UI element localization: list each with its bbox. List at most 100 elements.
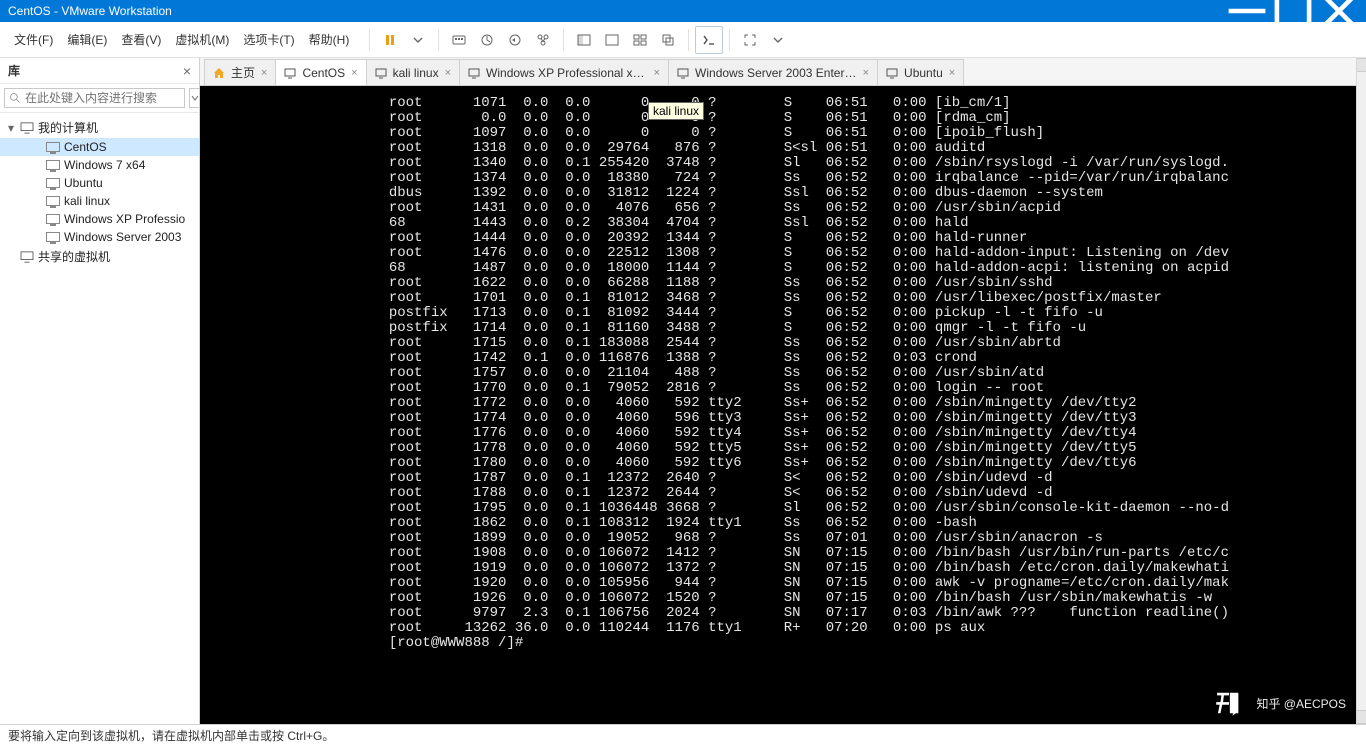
scroll-up-button[interactable] <box>1357 58 1366 72</box>
tab-label: Windows XP Professional x64 ... <box>486 66 648 80</box>
send-ctrl-alt-del-button[interactable] <box>445 26 473 54</box>
tree-vm-label: Windows XP Professio <box>64 212 185 226</box>
main-area: 主页 × CentOS×kali linux×Windows XP Profes… <box>200 58 1356 724</box>
vm-icon <box>46 160 60 170</box>
snapshot-button[interactable] <box>473 26 501 54</box>
tree-vm-item[interactable]: Windows Server 2003 <box>0 228 199 246</box>
vm-icon <box>468 67 480 79</box>
pause-vm-button[interactable] <box>376 26 404 54</box>
status-bar: 要将输入定向到该虚拟机，请在虚拟机内部单击或按 Ctrl+G。 <box>0 724 1366 746</box>
library-header: 库 × <box>0 58 199 84</box>
tree-vm-label: CentOS <box>64 140 107 154</box>
tab-close-button[interactable]: × <box>863 67 869 79</box>
toolbar-separator <box>563 29 564 51</box>
show-console-button[interactable] <box>570 26 598 54</box>
unity-button[interactable] <box>654 26 682 54</box>
tab-close-button[interactable]: × <box>261 67 267 79</box>
collapse-icon: ▾ <box>6 121 16 135</box>
toolbar-separator <box>688 29 689 51</box>
watermark: 知乎 @AECPOS <box>1212 686 1346 720</box>
tree-root-shared[interactable]: 共享的虚拟机 <box>0 246 199 267</box>
tab-label: kali linux <box>393 66 439 80</box>
tab-vm[interactable]: CentOS × <box>275 59 366 85</box>
computer-icon <box>20 251 34 263</box>
tree-vm-item[interactable]: Windows 7 x64 <box>0 156 199 174</box>
computer-icon <box>20 122 34 134</box>
tab-vm[interactable]: Ubuntu × <box>877 59 964 85</box>
library-search-input[interactable] <box>25 91 180 105</box>
vm-icon <box>46 142 60 152</box>
window-minimize-button[interactable] <box>1224 0 1270 22</box>
vm-icon <box>375 67 387 79</box>
vm-icon <box>284 67 296 79</box>
tab-close-button[interactable]: × <box>949 67 955 79</box>
menu-tabs[interactable]: 选项卡(T) <box>237 27 300 52</box>
terminal-output: root 1071 0.0 0.0 0 0 ? S 06:51 0:00 [ib… <box>200 86 1356 655</box>
tab-strip: 主页 × CentOS×kali linux×Windows XP Profes… <box>200 58 1356 86</box>
toolbar-separator <box>438 29 439 51</box>
vm-icon <box>46 196 60 206</box>
library-title: 库 <box>8 62 20 79</box>
watermark-text: 知乎 @AECPOS <box>1256 695 1346 712</box>
status-text: 要将输入定向到该虚拟机，请在虚拟机内部单击或按 Ctrl+G。 <box>8 727 334 744</box>
tab-home[interactable]: 主页 × <box>204 59 276 85</box>
tab-home-label: 主页 <box>231 64 255 81</box>
tree-root-label: 我的计算机 <box>38 119 98 136</box>
zhihu-icon <box>1212 686 1246 720</box>
toolbar-separator <box>729 29 730 51</box>
menu-vm[interactable]: 虚拟机(M) <box>169 27 235 52</box>
vm-icon <box>46 178 60 188</box>
tree-vm-label: Windows Server 2003 <box>64 230 181 244</box>
menu-list: 文件(F) 编辑(E) 查看(V) 虚拟机(M) 选项卡(T) 帮助(H) <box>0 27 363 52</box>
tree-vm-label: kali linux <box>64 194 110 208</box>
tree-shared-label: 共享的虚拟机 <box>38 248 110 265</box>
library-search-box[interactable] <box>4 88 185 108</box>
tab-label: Windows Server 2003 Enterpr... <box>695 66 857 80</box>
tree-vm-item[interactable]: Ubuntu <box>0 174 199 192</box>
tree-root-my-computer[interactable]: ▾ 我的计算机 <box>0 117 199 138</box>
revert-snapshot-button[interactable] <box>501 26 529 54</box>
tab-label: Ubuntu <box>904 66 943 80</box>
window-titlebar: CentOS - VMware Workstation <box>0 0 1366 22</box>
window-close-button[interactable] <box>1316 0 1362 22</box>
tab-close-button[interactable]: × <box>445 67 451 79</box>
library-sidebar: 库 × ▾ 我的计算机 CentOS Windows 7 x64 Ubuntu kal… <box>0 58 200 724</box>
tab-vm[interactable]: kali linux × <box>366 59 460 85</box>
menu-help[interactable]: 帮助(H) <box>303 27 356 52</box>
vm-icon <box>46 232 60 242</box>
library-search-row <box>0 84 199 113</box>
snapshot-manager-button[interactable] <box>529 26 557 54</box>
tree-vm-label: Windows 7 x64 <box>64 158 145 172</box>
window-maximize-button[interactable] <box>1270 0 1316 22</box>
fullscreen-button[interactable] <box>736 26 764 54</box>
tab-label: CentOS <box>302 66 345 80</box>
tree-vm-item[interactable]: kali linux <box>0 192 199 210</box>
power-dropdown-button[interactable] <box>404 26 432 54</box>
tree-vm-item[interactable]: Windows XP Professio <box>0 210 199 228</box>
menu-file[interactable]: 文件(F) <box>8 27 59 52</box>
vm-icon <box>886 67 898 79</box>
tab-close-button[interactable]: × <box>351 67 357 79</box>
scroll-track[interactable] <box>1357 72 1366 710</box>
vertical-scrollbar[interactable] <box>1356 58 1366 724</box>
tab-vm[interactable]: Windows XP Professional x64 ... × <box>459 59 669 85</box>
home-icon <box>213 67 225 79</box>
library-tree: ▾ 我的计算机 CentOS Windows 7 x64 Ubuntu kali li… <box>0 113 199 724</box>
thumbnail-view-button[interactable] <box>626 26 654 54</box>
show-only-button[interactable] <box>598 26 626 54</box>
search-icon <box>9 92 21 104</box>
menu-edit[interactable]: 编辑(E) <box>61 27 113 52</box>
fullscreen-dropdown-button[interactable] <box>764 26 792 54</box>
vm-console[interactable]: kali linux root 1071 0.0 0.0 0 0 ? S 06:… <box>200 86 1356 724</box>
scroll-down-button[interactable] <box>1357 710 1366 724</box>
tab-tooltip: kali linux <box>648 102 704 120</box>
library-close-button[interactable]: × <box>183 63 191 79</box>
tree-vm-label: Ubuntu <box>64 176 103 190</box>
menu-view[interactable]: 查看(V) <box>115 27 167 52</box>
window-title: CentOS - VMware Workstation <box>4 4 1224 18</box>
tab-vm[interactable]: Windows Server 2003 Enterpr... × <box>668 59 878 85</box>
tab-close-button[interactable]: × <box>654 67 660 79</box>
enter-vm-button[interactable] <box>695 26 723 54</box>
tree-vm-item[interactable]: CentOS <box>0 138 199 156</box>
menubar: 文件(F) 编辑(E) 查看(V) 虚拟机(M) 选项卡(T) 帮助(H) <box>0 22 1366 58</box>
